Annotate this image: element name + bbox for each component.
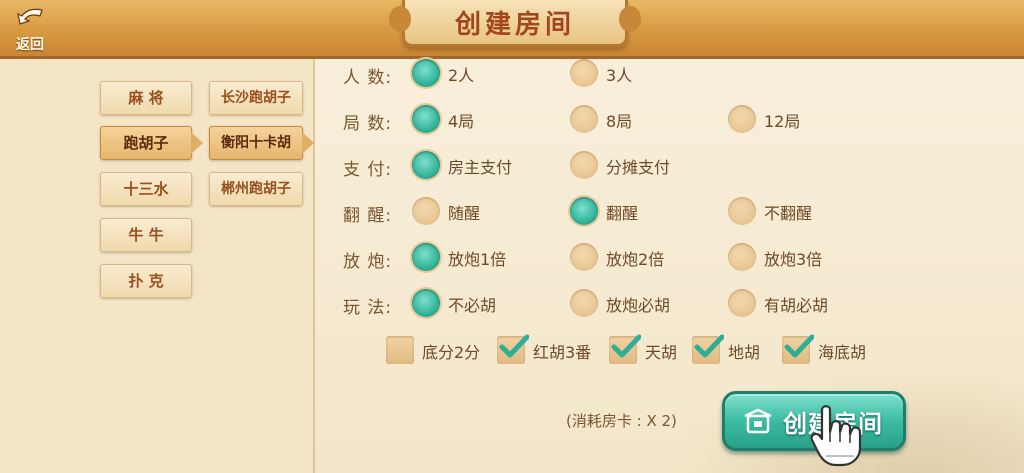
checkbox-checked — [609, 334, 641, 364]
radio-unselected — [728, 243, 756, 271]
option-label: 12局 — [764, 112, 801, 131]
label-rounds: 局 数: — [343, 114, 393, 134]
category-paohuzi[interactable]: 跑胡子 — [100, 126, 203, 160]
radio-unselected — [570, 151, 598, 179]
radio-unselected — [728, 105, 756, 133]
checkbox-label: 底分2分 — [422, 343, 481, 362]
option-label: 3人 — [606, 66, 633, 85]
subcategory-chenzhou[interactable]: 郴州跑胡子 — [209, 172, 303, 206]
check-icon — [611, 334, 641, 358]
option-label: 随醒 — [448, 204, 481, 223]
radio-selected — [412, 289, 440, 317]
page-title: 创建房间 — [454, 10, 575, 40]
subcategory-changsha[interactable]: 长沙跑胡子 — [209, 81, 303, 115]
checkbox-unchecked — [386, 336, 414, 364]
radio-unselected — [570, 289, 598, 317]
radio-unselected — [570, 243, 598, 271]
label-fanxing: 翻 醒: — [343, 206, 393, 226]
option-label: 放炮必胡 — [606, 296, 671, 315]
radio-selected — [570, 197, 598, 225]
label-fangpao: 放 炮: — [343, 252, 393, 272]
title-plaque: 创建房间 — [389, 0, 641, 47]
subcategory-hengyang[interactable]: 衡阳十卡胡 — [209, 126, 314, 160]
checkbox-label: 地胡 — [728, 343, 761, 362]
option-label: 不必胡 — [448, 296, 497, 315]
game-selector-panel: 麻 将 跑胡子 十三水 牛 牛 扑 克 长沙跑胡子 衡阳十卡胡 郴州跑胡子 — [0, 59, 315, 473]
radio-selected — [412, 59, 440, 87]
radio-selected — [412, 151, 440, 179]
option-label: 不翻醒 — [764, 204, 813, 223]
option-label: 有胡必胡 — [764, 296, 829, 315]
option-label: 放炮1倍 — [448, 250, 507, 269]
label-payment: 支 付: — [343, 160, 393, 180]
back-arrow-icon — [17, 8, 43, 25]
option-label: 4局 — [448, 112, 475, 131]
option-label: 2人 — [448, 66, 475, 85]
checkbox-label: 海底胡 — [818, 343, 867, 362]
checkbox-label: 天胡 — [645, 343, 678, 362]
category-mahjong[interactable]: 麻 将 — [100, 81, 192, 115]
radio-unselected — [570, 59, 598, 87]
category-poker[interactable]: 扑 克 — [100, 264, 192, 298]
top-bar: 返回 创建房间 — [0, 0, 1024, 59]
radio-selected — [412, 105, 440, 133]
check-icon — [784, 334, 814, 358]
check-icon — [499, 334, 529, 358]
pointer-hand-icon — [810, 405, 862, 467]
back-label: 返回 — [16, 37, 44, 53]
checkbox-checked — [692, 334, 724, 364]
room-icon — [744, 408, 772, 434]
radio-unselected — [728, 289, 756, 317]
option-label: 放炮2倍 — [606, 250, 665, 269]
option-label: 分摊支付 — [606, 158, 671, 177]
option-label: 8局 — [606, 112, 633, 131]
radio-selected — [412, 243, 440, 271]
checkbox-checked — [782, 334, 814, 364]
option-label: 房主支付 — [448, 158, 513, 177]
option-label: 放炮3倍 — [764, 250, 823, 269]
room-card-cost: (消耗房卡 : X 2) — [566, 412, 677, 430]
label-players: 人 数: — [343, 68, 393, 88]
category-shisanshui[interactable]: 十三水 — [100, 172, 192, 206]
category-niuniu[interactable]: 牛 牛 — [100, 218, 192, 252]
radio-unselected — [728, 197, 756, 225]
radio-unselected — [570, 105, 598, 133]
check-icon — [694, 334, 724, 358]
checkbox-checked — [497, 334, 529, 364]
label-rules: 玩 法: — [343, 298, 393, 318]
option-label: 翻醒 — [606, 204, 639, 223]
back-button[interactable]: 返回 — [8, 6, 52, 53]
radio-unselected — [412, 197, 440, 225]
checkbox-label: 红胡3番 — [533, 343, 592, 362]
